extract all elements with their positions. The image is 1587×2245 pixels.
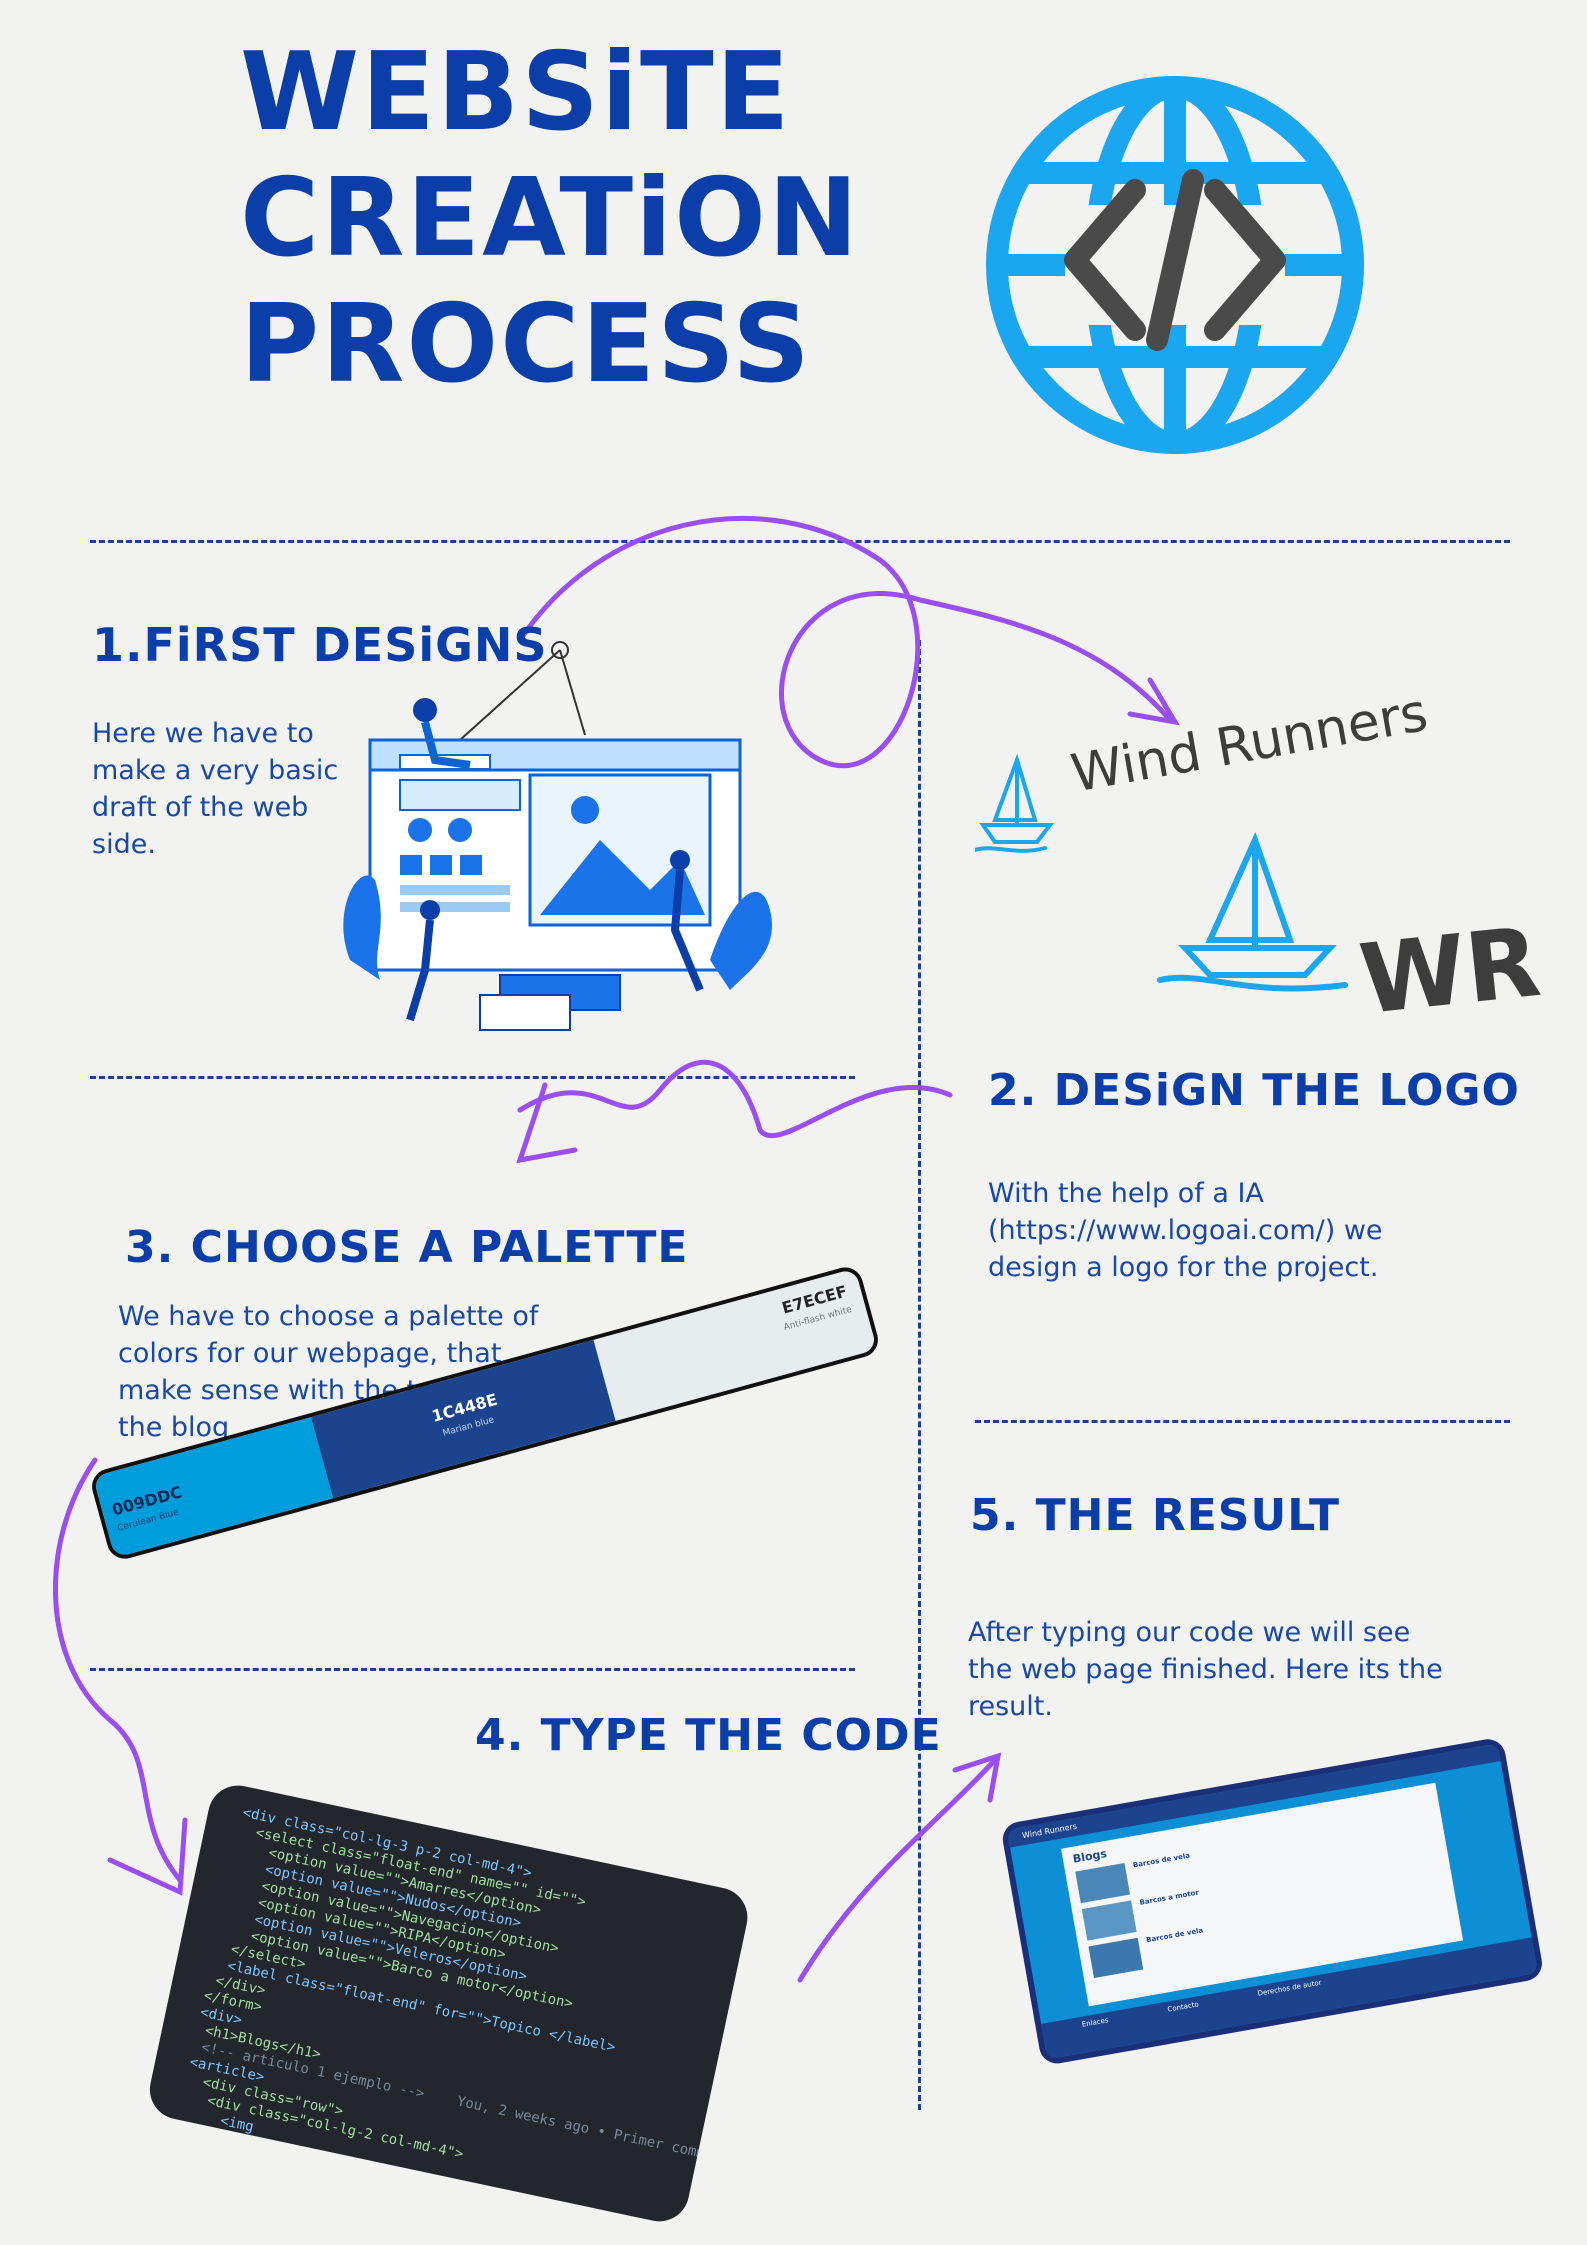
step3-heading: 3. CHOOSE A PALETTE xyxy=(125,1222,689,1273)
footer-links: Enlaces xyxy=(1081,2016,1110,2029)
step4-heading: 4. TYPE THE CODE xyxy=(475,1710,942,1761)
step5-heading: 5. THE RESULT xyxy=(970,1490,1340,1541)
sailboat-logo-large-icon xyxy=(1157,831,1348,992)
post-image xyxy=(1088,1937,1144,1979)
post-title: Barcos de vela xyxy=(1132,1851,1191,1870)
logo-monogram: WR xyxy=(1354,905,1546,1037)
footer-contact: Contacto xyxy=(1166,2000,1200,2014)
footer-rights: Derechos de autor xyxy=(1256,1978,1323,1998)
post-image xyxy=(1081,1900,1137,1941)
post-title: Barcos de vela xyxy=(1145,1926,1204,1945)
web-design-illustration xyxy=(343,641,772,1031)
step2-heading: 2. DESiGN THE LOGO xyxy=(988,1065,1520,1116)
step2-text: With the help of a IA (https://www.logoa… xyxy=(988,1178,1383,1283)
step5-text: After typing our code we will see the we… xyxy=(968,1617,1443,1722)
sailboat-logo-icon xyxy=(975,753,1055,853)
post-image xyxy=(1075,1862,1131,1904)
post-title: Barcos a motor xyxy=(1138,1888,1200,1907)
